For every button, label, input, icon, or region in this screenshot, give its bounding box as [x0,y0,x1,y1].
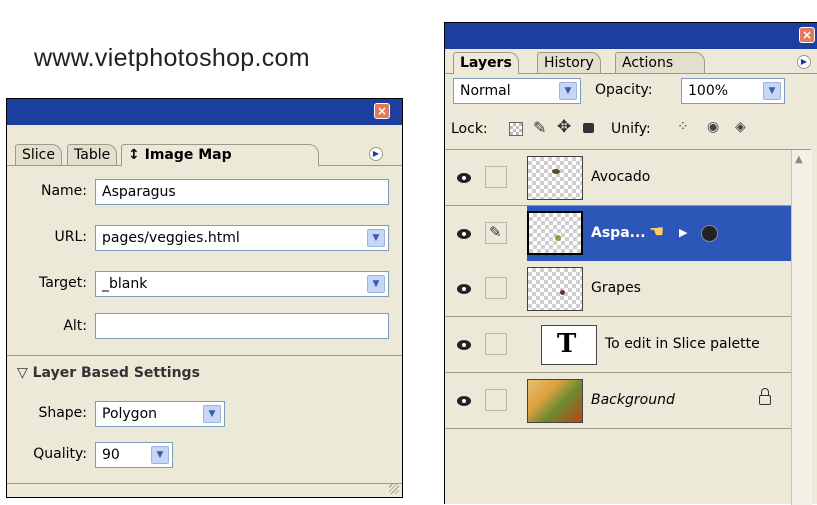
grapes-icon [560,290,565,295]
brush-icon: ✎ [489,223,502,241]
close-icon[interactable]: × [374,103,390,119]
shape-label: Shape: [38,405,87,421]
layers-list: Avocado ✎ Aspa... ☚ ▶ Grapes T To edit i… [445,150,811,505]
brush-icon[interactable]: ✎ [533,118,546,137]
layer-row-text[interactable]: T To edit in Slice palette [445,317,791,372]
layer-link-box[interactable] [485,333,507,355]
target-field[interactable]: _blank ▼ [95,271,389,297]
layer-thumbnail [527,156,583,200]
move-icon[interactable]: ✥ [557,117,571,137]
expand-arrow-icon[interactable]: ▶ [679,226,687,239]
palette-titlebar[interactable] [445,23,817,49]
divider [7,483,402,484]
chevron-down-icon[interactable]: ▼ [763,82,781,100]
layer-link-box[interactable] [485,277,507,299]
url-field[interactable]: pages/veggies.html ▼ [95,225,389,251]
layer-row-grapes[interactable]: Grapes [445,261,791,316]
hand-cursor-icon: ☚ [649,222,665,242]
resize-grip-icon[interactable] [389,484,399,494]
layer-link-box[interactable]: ✎ [485,222,507,244]
shape-select[interactable]: Polygon ▼ [95,401,225,427]
layer-link-box[interactable] [485,166,507,188]
lock-label: Lock: [451,121,488,137]
layer-row-asparagus[interactable]: ✎ Aspa... ☚ ▶ [445,206,791,261]
layer-name[interactable]: Grapes [591,280,641,296]
name-field[interactable]: Asparagus [95,179,389,205]
quality-select[interactable]: 90 ▼ [95,442,173,468]
divider [7,355,402,356]
lock-all-icon[interactable] [583,123,594,133]
asparagus-icon [555,235,561,241]
chevron-down-icon[interactable]: ▼ [367,275,385,293]
tab-image-map[interactable]: ↕ Image Map [121,144,319,166]
url-value: pages/veggies.html [102,230,240,246]
palette-menu-icon[interactable]: ▶ [797,55,811,69]
layer-row-avocado[interactable]: Avocado [445,150,791,205]
eye-icon[interactable] [455,172,473,184]
chevron-down-icon[interactable]: ▼ [367,229,385,247]
palette-menu-icon[interactable]: ▶ [369,147,383,161]
shape-value: Polygon [102,406,158,422]
eye-icon[interactable] [455,228,473,240]
quality-label: Quality: [33,446,87,462]
lock-transparent-icon[interactable] [509,122,523,136]
text-layer-thumbnail: T [541,325,597,365]
lock-shackle-icon [761,388,769,396]
eye-icon[interactable] [455,339,473,351]
opacity-value: 100% [688,83,729,99]
eye-icon[interactable] [455,283,473,295]
layer-link-box[interactable] [485,389,507,411]
quality-value: 90 [102,447,120,463]
layers-palette: × Layers History Actions ▶ Normal ▼ Opac… [444,22,817,505]
chevron-down-icon[interactable]: ▼ [559,82,577,100]
name-label: Name: [40,183,87,199]
tab-actions[interactable]: Actions [615,52,705,73]
avocado-icon [552,169,560,174]
tab-row: Slice Table ↕ Image Map ▶ [7,141,402,166]
alt-label: Alt: [63,318,87,334]
tab-table[interactable]: Table [67,144,118,165]
background-thumbnail [527,379,583,423]
layer-based-settings-toggle[interactable]: ▽ Layer Based Settings [17,365,200,381]
unify-position-icon[interactable]: ⁘ [677,119,689,135]
chevron-down-icon[interactable]: ▼ [151,446,169,464]
close-icon[interactable]: × [799,27,815,43]
layer-name[interactable]: Avocado [591,169,650,185]
divider [445,428,791,429]
blend-mode-select[interactable]: Normal ▼ [453,78,581,104]
layer-style-icon[interactable] [701,225,718,242]
layer-name[interactable]: Aspa... [591,225,646,241]
scroll-up-icon[interactable]: ▲ [795,154,803,165]
layer-thumbnail [527,211,583,255]
unify-style-icon[interactable]: ◈ [735,119,746,135]
text-layer-icon: T [557,329,577,359]
scrollbar[interactable] [791,150,812,505]
lock-icon [759,395,771,405]
blend-mode-value: Normal [460,83,511,99]
opacity-label: Opacity: [595,82,653,98]
opacity-field[interactable]: 100% ▼ [681,78,785,104]
chevron-down-icon[interactable]: ▼ [203,405,221,423]
tab-row: Layers History Actions ▶ [445,49,817,74]
target-label: Target: [38,275,87,291]
layer-name[interactable]: Background [591,392,675,408]
unify-visibility-icon[interactable]: ◉ [707,119,719,135]
layer-thumbnail [527,267,583,311]
image-map-palette: × Slice Table ↕ Image Map ▶ Name: Aspara… [6,98,403,498]
palette-titlebar[interactable] [7,99,402,125]
tab-history[interactable]: History [537,52,601,73]
site-url-caption: www.vietphotoshop.com [34,44,310,72]
layer-name[interactable]: To edit in Slice palette [605,336,760,352]
eye-icon[interactable] [455,395,473,407]
tab-slice[interactable]: Slice [15,144,62,165]
tab-layers[interactable]: Layers [453,52,519,74]
url-label: URL: [54,229,88,245]
layer-row-background[interactable]: Background [445,373,791,428]
target-value: _blank [102,276,148,292]
unify-label: Unify: [611,121,651,137]
alt-field[interactable] [95,313,389,339]
